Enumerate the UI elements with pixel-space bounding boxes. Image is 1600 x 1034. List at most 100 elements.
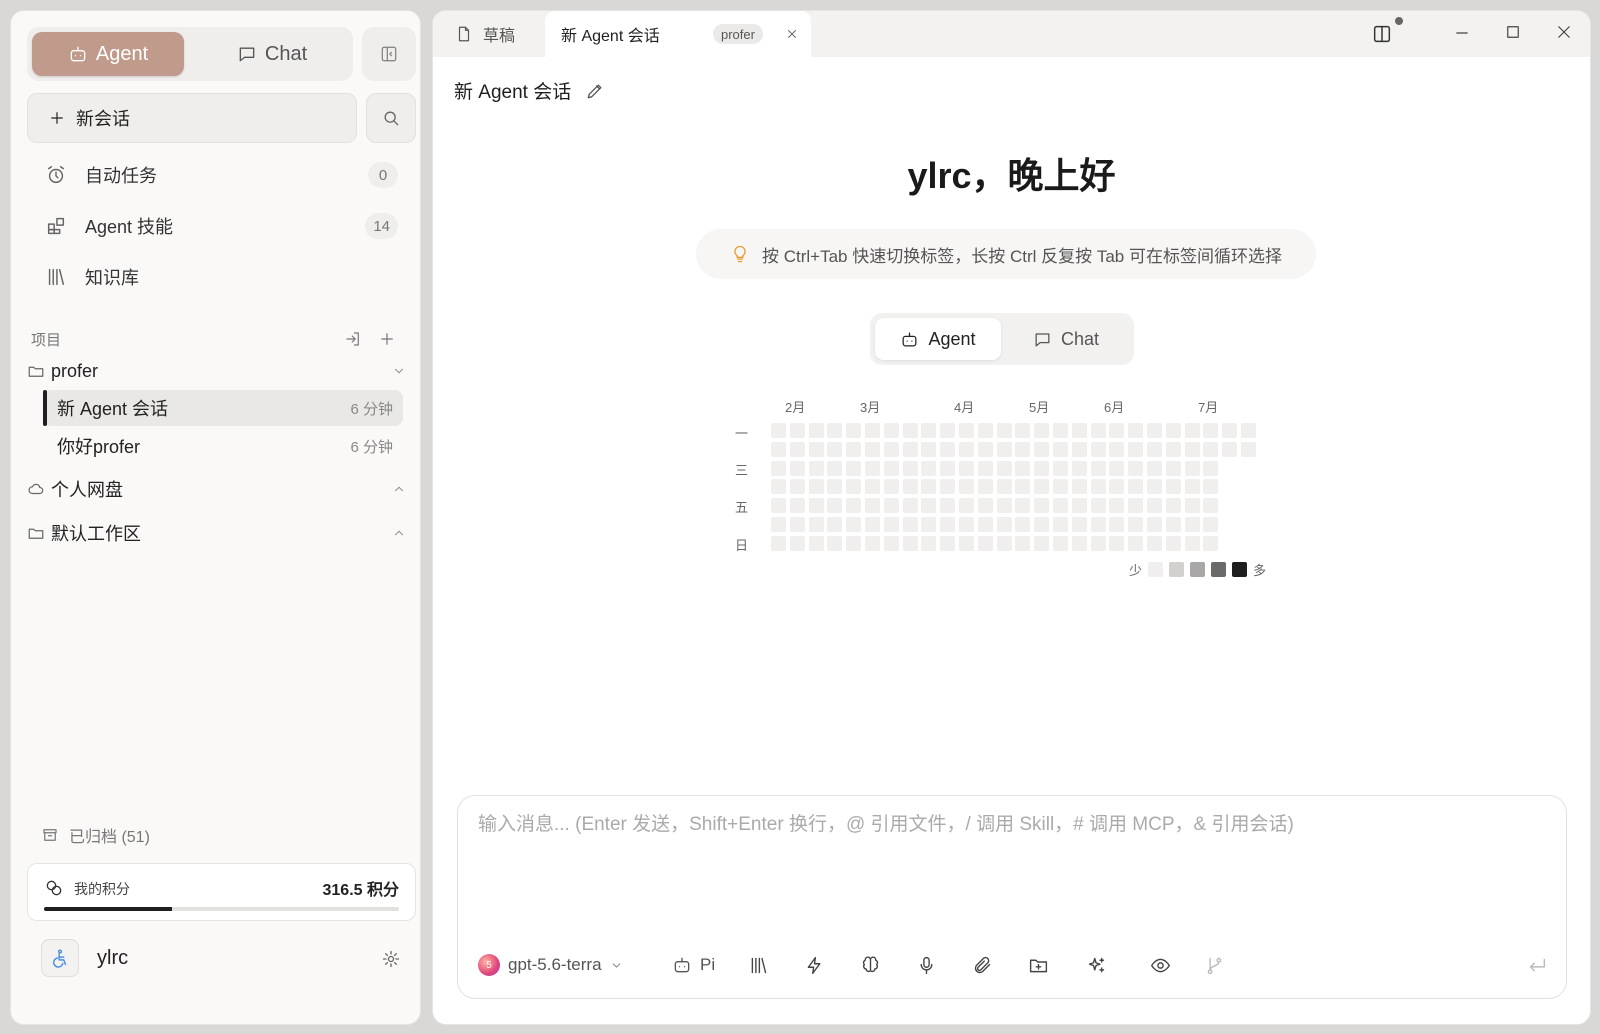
message-input[interactable]	[478, 814, 1548, 836]
heatmap-cell	[1165, 460, 1181, 476]
heatmap-cell	[771, 460, 786, 476]
maximize-icon[interactable]	[1504, 23, 1522, 41]
heatmap-cell	[1109, 460, 1125, 476]
heatmap-cell	[977, 479, 993, 495]
robot-icon	[68, 44, 88, 64]
heatmap-cell	[959, 460, 974, 476]
heatmap-cell	[996, 460, 1012, 476]
nav-knowledge-base[interactable]: 知识库	[27, 255, 416, 299]
heatmap-cell	[1090, 517, 1106, 532]
tab-project-badge: profer	[713, 24, 763, 44]
send-enter-icon[interactable]	[1526, 955, 1548, 977]
import-project-icon[interactable]	[344, 330, 362, 348]
paperclip-icon[interactable]	[972, 955, 993, 976]
points-card[interactable]: 我的积分 316.5 积分	[27, 863, 416, 921]
folder-default-workspace[interactable]: 默认工作区	[27, 515, 416, 551]
nav-agent-skills[interactable]: Agent 技能 14	[27, 204, 416, 248]
session-title: 新 Agent 会话	[57, 399, 169, 419]
side-panel-icon[interactable]	[1371, 23, 1393, 45]
git-branch-icon[interactable]	[1204, 955, 1225, 976]
collapse-sidebar-button[interactable]	[362, 27, 416, 81]
agent-mode-label: Agent	[95, 42, 149, 65]
session-item[interactable]: 你好profer 6 分钟	[43, 428, 403, 464]
folder-personal-drive[interactable]: 个人网盘	[27, 471, 416, 507]
legend-swatch	[1169, 561, 1185, 577]
points-progress-fill	[44, 907, 172, 911]
tab-draft[interactable]: 草稿	[455, 11, 515, 57]
avatar[interactable]	[41, 939, 79, 977]
skills-grid-icon	[45, 215, 67, 237]
archived-link[interactable]: 已归档 (51)	[41, 823, 150, 847]
eye-icon[interactable]	[1150, 955, 1171, 976]
session-time: 6 分钟	[350, 400, 393, 418]
chat-bubble-icon	[237, 44, 257, 64]
heatmap-legend: 少 多	[1129, 561, 1266, 578]
heatmap-cell	[1128, 535, 1144, 551]
session-item-active[interactable]: 新 Agent 会话 6 分钟	[43, 390, 403, 426]
heatmap-cell	[789, 460, 805, 476]
heatmap-cell	[902, 535, 918, 551]
day-label: 三	[735, 463, 749, 478]
sparkles-icon[interactable]	[1086, 955, 1107, 976]
heatmap-cell	[771, 535, 786, 551]
heatmap-cell	[1203, 423, 1219, 438]
agent-mode-button[interactable]: Agent	[32, 32, 184, 76]
lightning-icon[interactable]	[804, 955, 825, 976]
heatmap-cell	[865, 535, 880, 551]
tip-banner: 按 Ctrl+Tab 快速切换标签，长按 Ctrl 反复按 Tab 可在标签间循…	[696, 229, 1316, 279]
heatmap-cell	[789, 423, 805, 438]
heatmap-cell	[846, 460, 862, 476]
heatmap-cell	[977, 423, 993, 438]
heatmap-cell	[902, 517, 918, 532]
search-button[interactable]	[366, 93, 416, 143]
heatmap-cell	[902, 479, 918, 495]
heatmap-cell	[1090, 423, 1106, 438]
heatmap-cell	[977, 535, 993, 551]
heatmap-cell	[1015, 460, 1031, 476]
model-logo: 5	[478, 954, 500, 976]
close-icon[interactable]	[785, 27, 799, 41]
new-chat-label: 新会话	[76, 109, 130, 129]
heatmap-cell	[921, 535, 937, 551]
heatmap-cell	[827, 441, 843, 457]
gear-icon[interactable]	[381, 949, 401, 969]
tab-active-session[interactable]: 新 Agent 会话 profer	[545, 11, 811, 57]
main-panel: 草稿 新 Agent 会话 profer 新 Agent 会话 ylrc，晚上好	[432, 10, 1591, 1025]
heatmap-cell	[808, 498, 824, 514]
tip-text: 按 Ctrl+Tab 快速切换标签，长按 Ctrl 反复按 Tab 可在标签间循…	[762, 246, 1282, 266]
pencil-icon[interactable]	[585, 81, 605, 101]
heatmap-cell	[1109, 423, 1125, 438]
folder-plus-icon[interactable]	[1028, 955, 1049, 976]
microphone-icon[interactable]	[916, 955, 937, 976]
heatmap-cell	[1090, 441, 1106, 457]
heatmap-cell	[959, 517, 974, 532]
heatmap-cell	[865, 479, 880, 495]
archived-label: 已归档 (51)	[69, 829, 150, 846]
library-icon[interactable]	[748, 955, 769, 976]
center-chat-mode-button[interactable]: Chat	[1003, 318, 1129, 360]
heatmap-cell	[1109, 441, 1125, 457]
minimize-icon[interactable]	[1453, 24, 1471, 42]
heatmap-cell	[771, 498, 786, 514]
heatmap-cell	[921, 517, 937, 532]
brain-icon[interactable]	[860, 955, 881, 976]
agent-select[interactable]: Pi	[672, 952, 715, 978]
heatmap-cell	[940, 441, 956, 457]
heatmap-cell	[883, 423, 899, 438]
folder-profer[interactable]: profer	[27, 353, 416, 389]
heatmap-cell	[1165, 517, 1181, 532]
points-progress-bar	[44, 907, 399, 911]
new-chat-button[interactable]: 新会话	[27, 93, 357, 143]
mode-switch: Agent Chat	[27, 27, 353, 81]
user-row: ylrc	[41, 939, 411, 979]
center-agent-mode-button[interactable]: Agent	[875, 318, 1001, 360]
window-close-icon[interactable]	[1555, 23, 1573, 41]
add-project-icon[interactable]	[378, 330, 396, 348]
chat-mode-button[interactable]: Chat	[196, 32, 348, 76]
heatmap-cell	[940, 423, 956, 438]
model-select[interactable]: 5 gpt-5.6-terra	[478, 952, 623, 978]
heatmap-cell	[789, 479, 805, 495]
nav-auto-tasks[interactable]: 自动任务 0	[27, 153, 416, 197]
heatmap-cell	[1165, 441, 1181, 457]
heatmap-cell	[1015, 423, 1031, 438]
